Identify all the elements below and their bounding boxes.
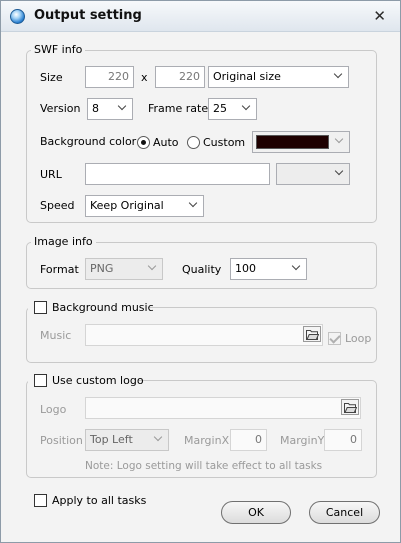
cancel-button[interactable]: Cancel xyxy=(309,501,380,524)
chevron-down-icon xyxy=(335,168,345,178)
logo-note: Note: Logo setting will take effect to a… xyxy=(85,460,323,472)
marginx-input[interactable]: 0 xyxy=(230,429,267,451)
app-globe-icon xyxy=(10,9,25,24)
logo-label: Logo xyxy=(40,403,67,416)
loop-label: Loop xyxy=(345,332,372,345)
custom-radio[interactable] xyxy=(187,136,200,149)
speed-value: Keep Original xyxy=(90,199,164,212)
position-label: Position xyxy=(40,434,83,447)
color-picker[interactable] xyxy=(252,131,350,153)
position-value: Top Left xyxy=(90,433,133,446)
quality-value: 100 xyxy=(235,262,256,275)
marginy-input[interactable]: 0 xyxy=(324,429,362,451)
music-browse-button[interactable] xyxy=(303,326,321,342)
folder-open-icon xyxy=(306,330,319,340)
background-music-checkbox[interactable] xyxy=(34,301,47,314)
music-label: Music xyxy=(40,329,72,342)
marginx-label: MarginX xyxy=(184,434,230,447)
marginy-label: MarginY xyxy=(280,434,325,447)
version-select[interactable]: 8 xyxy=(87,98,133,120)
size-label: Size xyxy=(40,71,63,84)
speed-label: Speed xyxy=(40,199,75,212)
size-separator: x xyxy=(141,71,148,84)
url-label: URL xyxy=(40,168,62,181)
chevron-down-icon xyxy=(118,103,128,113)
swf-info-legend: SWF info xyxy=(31,43,86,56)
close-icon[interactable]: ✕ xyxy=(373,7,386,25)
size-preset-value: Original size xyxy=(213,70,281,83)
logo-path-input[interactable] xyxy=(85,397,361,419)
frame-rate-value: 25 xyxy=(213,102,227,115)
format-label: Format xyxy=(40,263,79,276)
title-bar: Output setting ✕ xyxy=(1,1,400,32)
format-value: PNG xyxy=(90,262,114,275)
frame-rate-select[interactable]: 25 xyxy=(208,98,257,120)
chevron-down-icon xyxy=(189,200,199,210)
height-input[interactable]: 220 xyxy=(155,66,205,88)
version-value: 8 xyxy=(92,102,99,115)
ok-button[interactable]: OK xyxy=(221,501,291,524)
quality-select[interactable]: 100 xyxy=(230,258,307,280)
image-info-legend: Image info xyxy=(31,235,96,248)
output-setting-dialog: Output setting ✕ SWF info Size 220 x 220… xyxy=(0,0,401,543)
frame-rate-label: Frame rate xyxy=(148,102,209,115)
folder-open-icon xyxy=(344,403,357,413)
width-input[interactable]: 220 xyxy=(85,66,134,88)
custom-logo-checkbox[interactable] xyxy=(34,374,47,387)
version-label: Version xyxy=(40,102,81,115)
chevron-down-icon xyxy=(335,136,345,146)
size-preset-select[interactable]: Original size xyxy=(208,66,349,88)
chevron-down-icon xyxy=(292,263,302,273)
chevron-down-icon xyxy=(242,103,252,113)
window-title: Output setting xyxy=(34,8,142,23)
loop-checkbox[interactable] xyxy=(328,332,341,345)
chevron-down-icon xyxy=(334,71,344,81)
format-select[interactable]: PNG xyxy=(85,258,163,280)
background-music-label[interactable]: Background music xyxy=(52,301,154,314)
custom-radio-label[interactable]: Custom xyxy=(203,136,245,149)
chevron-down-icon xyxy=(148,263,158,273)
url-target-select[interactable] xyxy=(276,163,350,185)
background-color-label: Background color xyxy=(40,135,137,148)
music-path-input[interactable] xyxy=(85,324,323,346)
auto-radio-label[interactable]: Auto xyxy=(153,136,179,149)
apply-to-all-checkbox[interactable] xyxy=(34,494,47,507)
quality-label: Quality xyxy=(182,263,222,276)
apply-to-all-label[interactable]: Apply to all tasks xyxy=(52,494,146,507)
logo-browse-button[interactable] xyxy=(341,399,359,415)
chevron-down-icon xyxy=(154,434,164,444)
color-swatch xyxy=(256,135,329,149)
speed-select[interactable]: Keep Original xyxy=(85,195,204,217)
auto-radio[interactable] xyxy=(137,136,150,149)
url-input[interactable] xyxy=(85,163,270,185)
custom-logo-label[interactable]: Use custom logo xyxy=(52,374,144,387)
position-select[interactable]: Top Left xyxy=(85,429,169,451)
